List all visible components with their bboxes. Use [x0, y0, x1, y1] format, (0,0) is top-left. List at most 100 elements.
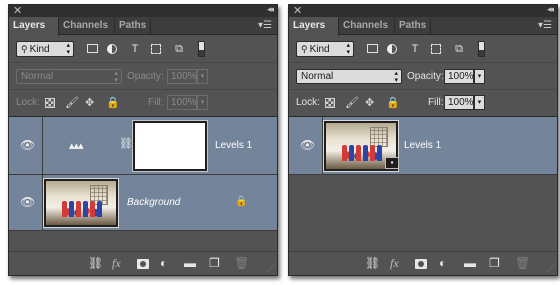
delete-icon[interactable]: 🗑 — [234, 257, 249, 269]
tab-layers[interactable]: Layers — [9, 17, 59, 36]
fill-label: Fill: — [148, 97, 164, 108]
lock-brush-icon[interactable]: 🖌 — [345, 98, 359, 109]
layers-panel-before: ✕ ◂◂ Layers Channels Paths ▾☰ ⚲ Kind ▴ ▾ T… — [8, 4, 278, 276]
fill-field[interactable]: 100% — [444, 95, 474, 110]
close-icon[interactable]: ✕ — [293, 4, 302, 17]
tab-channels[interactable]: Channels — [339, 17, 395, 35]
layers-panel-after: ✕ ◂◂ Layers Channels Paths ▾☰ ⚲ Kind ▴ ▾ T… — [288, 4, 558, 276]
lock-all-icon[interactable]: 🔒 — [106, 98, 120, 109]
fx-icon[interactable]: fx — [390, 257, 399, 269]
lock-position-icon[interactable]: ✥ — [365, 98, 374, 109]
collapse-icon[interactable]: ◂◂ — [267, 4, 274, 15]
filter-smart-object-icon[interactable]: ⧉ — [173, 43, 185, 55]
panel-footer: ⛓ fx ◐ ▬ ❐ 🗑 ⋰ — [289, 251, 557, 275]
tab-paths[interactable]: Paths — [395, 17, 431, 35]
eye-icon[interactable]: 👁 — [20, 195, 35, 209]
close-icon[interactable]: ✕ — [13, 4, 22, 17]
panel-titlebar: ✕ ◂◂ — [9, 4, 277, 17]
opacity-dropdown-icon[interactable]: ▾ — [474, 69, 485, 84]
new-group-icon[interactable]: ▬ — [464, 257, 476, 269]
eye-icon[interactable]: 👁 — [300, 138, 315, 152]
link-layers-icon[interactable]: ⛓ — [365, 257, 380, 269]
search-icon: ⚲ — [301, 44, 308, 54]
link-layers-icon[interactable]: ⛓ — [88, 257, 103, 269]
add-mask-icon[interactable] — [415, 259, 427, 269]
layer-thumbnail[interactable] — [44, 179, 118, 227]
figure — [342, 145, 347, 161]
collapse-icon[interactable]: ◂◂ — [547, 4, 554, 15]
opacity-field[interactable]: 100% — [444, 69, 474, 84]
eye-icon[interactable]: 👁 — [20, 138, 35, 152]
figure — [370, 145, 375, 161]
layer-name[interactable]: Background — [127, 197, 180, 208]
smart-object-badge-icon: ▪ — [385, 157, 399, 169]
blend-row: Normal ▴ ▾ Opacity: 100% ▾ — [9, 64, 277, 90]
filter-row: ⚲ Kind ▴ ▾ T ⧉ — [289, 35, 557, 63]
layer-row-levels-smart-object[interactable]: 👁 ▪ Levels 1 — [289, 117, 557, 175]
layer-row-levels[interactable]: 👁 ▴▴▴ ⛓ Levels 1 — [9, 117, 277, 175]
delete-icon[interactable]: 🗑 — [515, 257, 530, 269]
fill-field[interactable]: 100% — [167, 95, 197, 110]
visibility-column: 👁 — [9, 175, 43, 230]
resize-grip-icon[interactable]: ⋰ — [267, 264, 275, 273]
new-layer-icon[interactable]: ❐ — [489, 257, 500, 269]
layer-name[interactable]: Levels 1 — [404, 140, 441, 151]
figure — [76, 201, 81, 217]
lock-label: Lock: — [296, 97, 320, 108]
new-layer-icon[interactable]: ❐ — [209, 257, 220, 269]
figure — [62, 201, 67, 217]
filter-smart-object-icon[interactable]: ⧉ — [453, 43, 465, 55]
filter-toggle[interactable] — [198, 41, 205, 57]
filter-type-icon[interactable]: T — [409, 43, 421, 55]
filter-kind-select[interactable]: ⚲ Kind ▴ ▾ — [296, 41, 354, 57]
goal-net — [370, 127, 388, 147]
layer-mask-thumbnail[interactable] — [133, 121, 207, 171]
fill-dropdown-icon[interactable]: ▾ — [474, 95, 485, 110]
new-adjustment-icon[interactable]: ◐ — [160, 257, 167, 269]
opacity-label: Opacity: — [407, 71, 444, 82]
lock-transparency-icon[interactable] — [325, 98, 335, 108]
resize-grip-icon[interactable]: ⋰ — [547, 264, 555, 273]
opacity-field[interactable]: 100% — [167, 69, 197, 84]
link-icon[interactable]: ⛓ — [119, 137, 133, 150]
filter-type-icon[interactable]: T — [129, 43, 141, 55]
layers-list: 👁 ▪ Levels 1 — [289, 117, 557, 253]
layer-name[interactable]: Levels 1 — [215, 140, 252, 151]
new-group-icon[interactable]: ▬ — [184, 257, 196, 269]
layer-row-background[interactable]: 👁 Background 🔒 — [9, 175, 277, 231]
select-arrows-icon: ▴ ▾ — [114, 70, 118, 84]
filter-adjustment-icon[interactable] — [387, 44, 397, 54]
panel-menu-icon[interactable]: ▾☰ — [538, 20, 552, 31]
fx-icon[interactable]: fx — [112, 257, 121, 269]
filter-toggle[interactable] — [478, 41, 485, 57]
filter-kind-select[interactable]: ⚲ Kind ▴ ▾ — [16, 41, 74, 57]
visibility-column: 👁 — [9, 117, 43, 174]
lock-position-icon[interactable]: ✥ — [85, 98, 94, 109]
filter-shape-icon[interactable] — [151, 44, 161, 54]
filter-pixel-icon[interactable] — [367, 44, 378, 53]
add-mask-icon[interactable] — [137, 259, 149, 269]
blend-mode-select[interactable]: Normal ▴ ▾ — [296, 69, 402, 84]
new-adjustment-icon[interactable]: ◐ — [439, 257, 446, 269]
tab-channels[interactable]: Channels — [59, 17, 115, 35]
lock-all-icon[interactable]: 🔒 — [386, 98, 400, 109]
blend-mode-value: Normal — [301, 71, 334, 82]
lock-brush-icon[interactable]: 🖌 — [65, 98, 79, 109]
filter-shape-icon[interactable] — [431, 44, 441, 54]
lock-label: Lock: — [16, 97, 40, 108]
select-arrows-icon: ▴ ▾ — [66, 42, 70, 56]
filter-pixel-icon[interactable] — [87, 44, 98, 53]
fill-dropdown-icon[interactable]: ▾ — [197, 95, 208, 110]
layers-list: 👁 ▴▴▴ ⛓ Levels 1 👁 Background 🔒 — [9, 117, 277, 253]
figure — [349, 145, 354, 161]
lock-transparency-icon[interactable] — [45, 98, 55, 108]
tab-layers[interactable]: Layers — [289, 17, 339, 36]
tab-paths[interactable]: Paths — [115, 17, 151, 35]
figure — [356, 145, 361, 161]
filter-row: ⚲ Kind ▴ ▾ T ⧉ — [9, 35, 277, 63]
panel-menu-icon[interactable]: ▾☰ — [258, 20, 272, 31]
blend-mode-value: Normal — [21, 71, 54, 82]
blend-mode-select[interactable]: Normal ▴ ▾ — [16, 69, 122, 84]
filter-adjustment-icon[interactable] — [107, 44, 117, 54]
opacity-dropdown-icon[interactable]: ▾ — [197, 69, 208, 84]
